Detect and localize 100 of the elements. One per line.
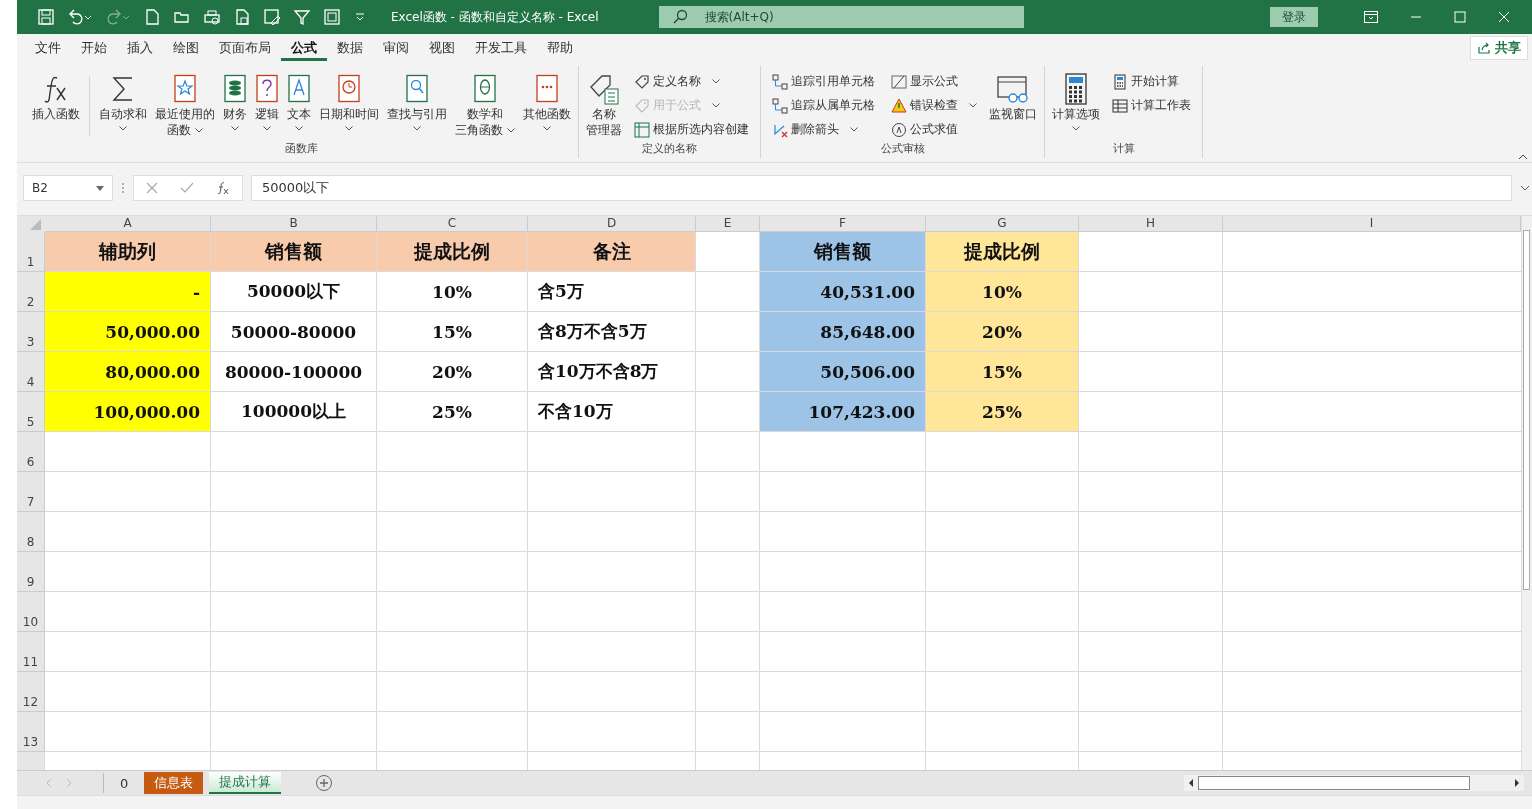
filled-cell: 销售额 bbox=[760, 232, 926, 272]
ribbon-button[interactable]: 逻辑 bbox=[252, 70, 282, 133]
share-button[interactable]: 共享 bbox=[1470, 36, 1528, 60]
sheet-tab[interactable]: 0 bbox=[110, 772, 139, 794]
table-cell: 25% bbox=[377, 392, 528, 432]
ribbon-button[interactable]: 追踪引用单元格 bbox=[769, 70, 878, 93]
share-icon bbox=[1477, 41, 1491, 55]
sheet-tab[interactable]: 信息表 bbox=[144, 772, 204, 794]
ribbon-tab[interactable]: 数据 bbox=[327, 35, 373, 61]
ribbon-button[interactable]: 日期和时间 bbox=[316, 70, 382, 133]
maximize-icon[interactable] bbox=[1454, 11, 1466, 23]
table-cell: 100000以上 bbox=[211, 392, 377, 432]
ribbon-button[interactable]: 插入函数 bbox=[29, 70, 83, 124]
sheet-tab[interactable]: 提成计算 bbox=[209, 772, 282, 794]
window-title: Excel函数 - 函数和自定义名称 - Excel bbox=[391, 8, 599, 26]
vertical-scrollbar[interactable] bbox=[1521, 216, 1532, 770]
row-header[interactable]: 8 bbox=[17, 512, 45, 552]
caret-icon bbox=[119, 126, 127, 131]
login-button[interactable]: 登录 bbox=[1270, 7, 1318, 27]
function-book-icon bbox=[405, 74, 429, 104]
table-cell: 含5万 bbox=[528, 272, 696, 312]
column-header[interactable]: F bbox=[760, 216, 926, 232]
ribbon-tab[interactable]: 插入 bbox=[117, 35, 163, 61]
function-book-icon bbox=[535, 74, 559, 104]
row-header[interactable]: 4 bbox=[17, 352, 45, 392]
undo-icon[interactable] bbox=[67, 8, 93, 26]
ribbon-button[interactable]: 查找与引用 bbox=[384, 70, 450, 133]
column-header[interactable]: G bbox=[926, 216, 1079, 232]
ribbon-button[interactable]: 定义名称 bbox=[631, 70, 752, 93]
horizontal-scrollbar[interactable] bbox=[1184, 775, 1524, 791]
add-sheet-icon[interactable] bbox=[315, 774, 334, 792]
ribbon-button[interactable]: 追踪从属单元格 bbox=[769, 94, 878, 117]
new-file-icon[interactable] bbox=[143, 8, 161, 26]
ribbon-button[interactable]: 根据所选内容创建 bbox=[631, 118, 752, 141]
dropdown-icon bbox=[96, 185, 104, 191]
ribbon-tab[interactable]: 开始 bbox=[71, 35, 117, 61]
ribbon-button[interactable]: 最近使用的 函数 bbox=[152, 70, 218, 140]
caret-icon bbox=[195, 128, 203, 133]
expand-icon[interactable] bbox=[1520, 185, 1530, 191]
ribbon-button[interactable]: 文本 bbox=[284, 70, 314, 133]
ribbon-button[interactable]: 其他函数 bbox=[520, 70, 574, 133]
column-header[interactable]: C bbox=[377, 216, 528, 232]
ribbon-button[interactable]: 开始计算 bbox=[1109, 70, 1194, 93]
row-header[interactable]: 7 bbox=[17, 472, 45, 512]
row-header[interactable]: 12 bbox=[17, 672, 45, 712]
ribbon-tab[interactable]: 审阅 bbox=[373, 35, 419, 61]
caret-icon bbox=[263, 126, 271, 131]
function-book-icon bbox=[287, 74, 311, 104]
row-header[interactable]: 5 bbox=[17, 392, 45, 432]
collapse-ribbon-icon[interactable] bbox=[1518, 154, 1528, 160]
column-header[interactable]: B bbox=[211, 216, 377, 232]
caret-icon bbox=[413, 126, 421, 131]
ribbon-button[interactable]: 数学和 三角函数 bbox=[452, 70, 518, 140]
table-cell: 80000-100000 bbox=[211, 352, 377, 392]
ribbon-button[interactable]: 公式求值 bbox=[888, 118, 980, 141]
filled-cell: 20% bbox=[926, 312, 1079, 352]
row-header[interactable]: 10 bbox=[17, 592, 45, 632]
ribbon-tab[interactable]: 开发工具 bbox=[465, 35, 537, 61]
column-header[interactable]: H bbox=[1079, 216, 1223, 232]
ribbon-button[interactable]: 计算工作表 bbox=[1109, 94, 1194, 117]
column-header[interactable]: I bbox=[1223, 216, 1521, 232]
caret-icon bbox=[712, 103, 720, 108]
formula-field[interactable]: 50000以下 bbox=[251, 175, 1512, 201]
column-header[interactable]: A bbox=[45, 216, 211, 232]
ribbon-display-icon[interactable] bbox=[1364, 11, 1378, 23]
ribbon-tab[interactable]: 视图 bbox=[419, 35, 465, 61]
ribbon-tab[interactable]: 文件 bbox=[25, 35, 71, 61]
row-header[interactable]: 13 bbox=[17, 712, 45, 752]
ribbon-tab[interactable]: 帮助 bbox=[537, 35, 583, 61]
ribbon-button[interactable]: 错误检查 bbox=[888, 94, 980, 117]
row-header[interactable]: 9 bbox=[17, 552, 45, 592]
edit-save-icon[interactable] bbox=[263, 8, 281, 26]
ribbon-button[interactable]: 删除箭头 bbox=[769, 118, 878, 141]
insert-function-icon[interactable] bbox=[216, 181, 230, 195]
function-book-icon bbox=[223, 74, 247, 104]
ribbon-button[interactable]: 财务 bbox=[220, 70, 250, 133]
ribbon-button[interactable]: 名称 管理器 bbox=[583, 70, 625, 140]
row-header[interactable]: 2 bbox=[17, 272, 45, 312]
ribbon-button[interactable]: 自动求和 bbox=[96, 70, 150, 133]
row-header[interactable]: 1 bbox=[17, 232, 45, 272]
ribbon-button[interactable]: 显示公式 bbox=[888, 70, 980, 93]
filter-icon[interactable] bbox=[293, 8, 311, 26]
row-header[interactable]: 3 bbox=[17, 312, 45, 352]
close-icon[interactable] bbox=[1498, 11, 1510, 23]
form-icon[interactable] bbox=[323, 8, 341, 26]
trace-icon bbox=[772, 73, 788, 90]
name-box[interactable]: B2 bbox=[23, 175, 113, 201]
ribbon-button[interactable]: 计算选项 bbox=[1049, 70, 1103, 133]
row-header[interactable]: 6 bbox=[17, 432, 45, 472]
printer-icon[interactable] bbox=[203, 8, 221, 26]
ribbon-tab[interactable]: 绘图 bbox=[163, 35, 209, 61]
search-field[interactable]: 搜索(Alt+Q) bbox=[658, 6, 1024, 28]
row-header[interactable]: 11 bbox=[17, 632, 45, 672]
ribbon-button[interactable]: 监视窗口 bbox=[986, 70, 1040, 124]
filled-cell: 100,000.00 bbox=[45, 392, 211, 432]
ribbon-tab[interactable]: 页面布局 bbox=[209, 35, 281, 61]
save-icon[interactable] bbox=[37, 8, 55, 26]
column-header[interactable]: D bbox=[528, 216, 696, 232]
column-header[interactable]: E bbox=[696, 216, 760, 232]
document-icon[interactable] bbox=[233, 8, 251, 26]
